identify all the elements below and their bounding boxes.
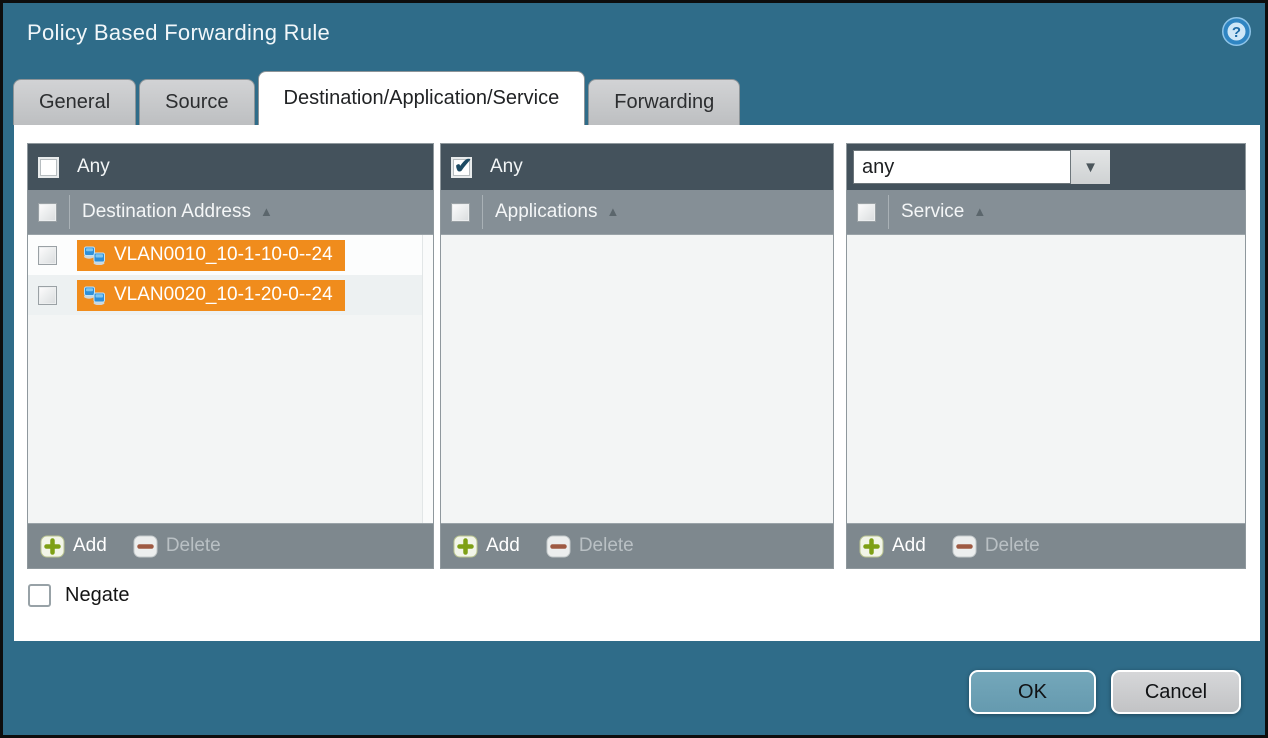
applications-header-label: Applications xyxy=(495,201,597,223)
service-column-header: Service ▲ xyxy=(847,190,1245,235)
address-chip: VLAN0010_10-1-10-0--24 xyxy=(77,240,345,271)
applications-any-bar: Any xyxy=(441,144,833,190)
delete-icon xyxy=(133,535,158,558)
service-dropdown-bar: any ▼ xyxy=(847,144,1245,190)
add-icon xyxy=(859,535,884,558)
tab-content: Any Destination Address ▲ xyxy=(14,125,1260,641)
applications-toolbar: Add Delete xyxy=(441,523,833,568)
row-checkbox[interactable] xyxy=(38,246,57,265)
destination-address-panel: Any Destination Address ▲ xyxy=(27,143,434,569)
table-row[interactable]: VLAN0010_10-1-10-0--24 xyxy=(28,235,433,275)
scrollbar-track[interactable] xyxy=(422,235,433,523)
add-icon xyxy=(453,535,478,558)
help-icon[interactable]: ? xyxy=(1221,16,1252,47)
service-dropdown-value[interactable]: any xyxy=(853,150,1071,184)
tab-bar: General Source Destination/Application/S… xyxy=(13,71,743,125)
service-header-label: Service xyxy=(901,201,964,223)
tab-destination-application-service[interactable]: Destination/Application/Service xyxy=(258,71,586,125)
applications-list xyxy=(441,235,833,523)
row-checkbox[interactable] xyxy=(38,286,57,305)
header-divider xyxy=(482,195,483,229)
service-toolbar: Add Delete xyxy=(847,523,1245,568)
tab-forwarding[interactable]: Forwarding xyxy=(588,79,740,125)
sort-asc-icon: ▲ xyxy=(606,204,619,219)
destination-any-bar: Any xyxy=(28,144,433,190)
destination-sort-header[interactable]: Destination Address ▲ xyxy=(82,201,273,223)
add-label: Add xyxy=(892,535,926,557)
ok-button[interactable]: OK xyxy=(969,670,1096,714)
network-address-icon xyxy=(83,245,106,265)
service-delete-button[interactable]: Delete xyxy=(952,535,1040,558)
service-selectall-checkbox[interactable] xyxy=(857,203,876,222)
applications-any-checkbox[interactable] xyxy=(451,157,472,178)
negate-label: Negate xyxy=(65,584,130,607)
delete-label: Delete xyxy=(985,535,1040,557)
destination-selectall-checkbox[interactable] xyxy=(38,203,57,222)
destination-toolbar: Add Delete xyxy=(28,523,433,568)
sort-asc-icon: ▲ xyxy=(260,204,273,219)
header-divider xyxy=(69,195,70,229)
applications-any-label: Any xyxy=(490,156,523,178)
table-row[interactable]: VLAN0020_10-1-20-0--24 xyxy=(28,275,433,315)
delete-icon xyxy=(952,535,977,558)
address-label: VLAN0020_10-1-20-0--24 xyxy=(114,284,333,306)
destination-any-checkbox[interactable] xyxy=(38,157,59,178)
delete-icon xyxy=(546,535,571,558)
add-icon xyxy=(40,535,65,558)
delete-label: Delete xyxy=(166,535,221,557)
address-chip: VLAN0020_10-1-20-0--24 xyxy=(77,280,345,311)
applications-column-header: Applications ▲ xyxy=(441,190,833,235)
destination-column-header: Destination Address ▲ xyxy=(28,190,433,235)
service-sort-header[interactable]: Service ▲ xyxy=(901,201,986,223)
add-label: Add xyxy=(73,535,107,557)
destination-header-label: Destination Address xyxy=(82,201,251,223)
cancel-button[interactable]: Cancel xyxy=(1111,670,1241,714)
svg-text:?: ? xyxy=(1232,24,1241,41)
negate-checkbox[interactable] xyxy=(28,584,51,607)
applications-sort-header[interactable]: Applications ▲ xyxy=(495,201,619,223)
tab-source[interactable]: Source xyxy=(139,79,254,125)
delete-label: Delete xyxy=(579,535,634,557)
destination-list: VLAN0010_10-1-10-0--24 VLAN0020_10-1-20-… xyxy=(28,235,433,523)
sort-asc-icon: ▲ xyxy=(973,204,986,219)
add-label: Add xyxy=(486,535,520,557)
destination-any-label: Any xyxy=(77,156,110,178)
applications-selectall-checkbox[interactable] xyxy=(451,203,470,222)
service-add-button[interactable]: Add xyxy=(859,535,926,558)
negate-option: Negate xyxy=(28,584,130,607)
destination-add-button[interactable]: Add xyxy=(40,535,107,558)
network-address-icon xyxy=(83,285,106,305)
dialog-title: Policy Based Forwarding Rule xyxy=(27,20,330,46)
address-label: VLAN0010_10-1-10-0--24 xyxy=(114,244,333,266)
service-mode-dropdown[interactable]: any ▼ xyxy=(853,150,1110,184)
chevron-down-icon[interactable]: ▼ xyxy=(1071,150,1110,184)
applications-delete-button[interactable]: Delete xyxy=(546,535,634,558)
applications-panel: Any Applications ▲ Add Delete xyxy=(440,143,834,569)
service-list xyxy=(847,235,1245,523)
destination-delete-button[interactable]: Delete xyxy=(133,535,221,558)
tab-general[interactable]: General xyxy=(13,79,136,125)
applications-add-button[interactable]: Add xyxy=(453,535,520,558)
header-divider xyxy=(888,195,889,229)
policy-forwarding-dialog: Policy Based Forwarding Rule ? General S… xyxy=(0,0,1268,738)
service-panel: any ▼ Service ▲ Add D xyxy=(846,143,1246,569)
